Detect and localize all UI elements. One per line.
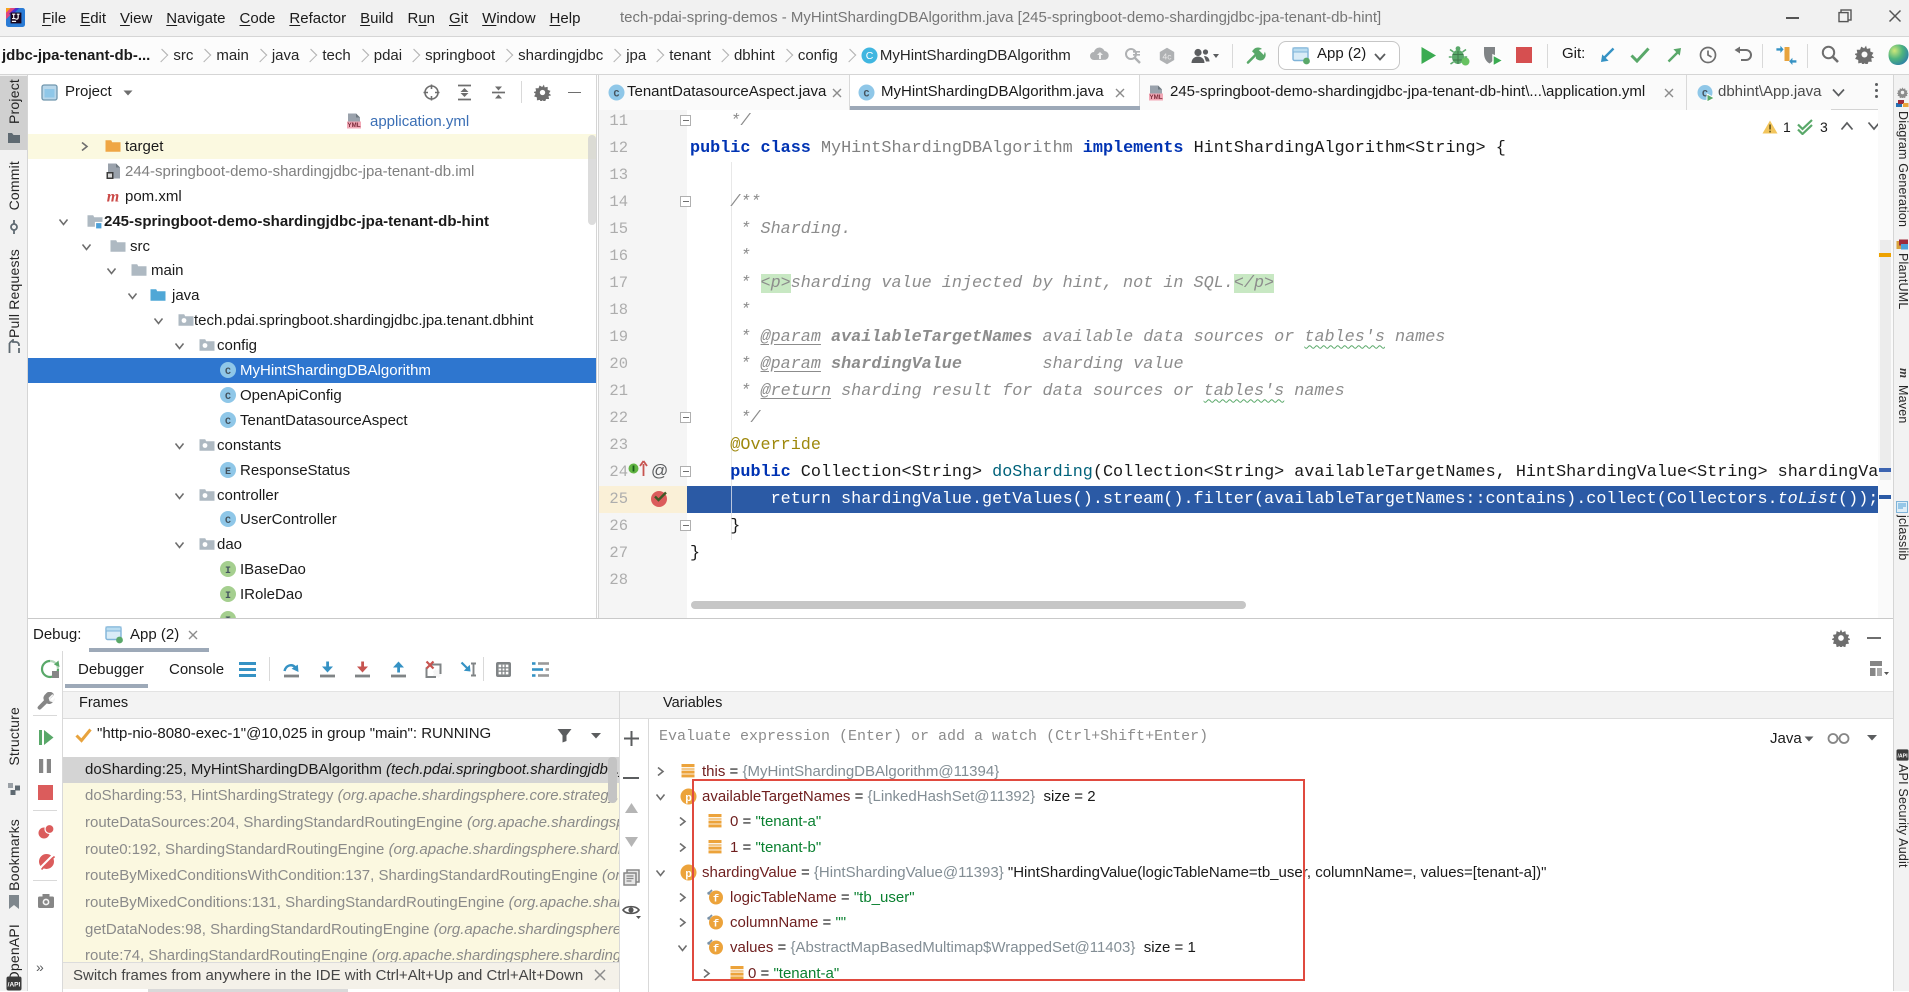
svg-text:YML: YML — [1149, 94, 1162, 101]
svg-text:C: C — [863, 90, 869, 101]
svg-text:C: C — [225, 392, 231, 403]
svg-text:I: I — [225, 591, 231, 602]
svg-text:/API: /API — [1897, 753, 1908, 759]
svg-text:C: C — [225, 516, 231, 527]
svg-text:/API: /API — [8, 982, 21, 989]
svg-text:E: E — [225, 467, 231, 478]
svg-text:C: C — [225, 367, 231, 378]
svg-text:C: C — [225, 417, 231, 428]
svg-text:m: m — [107, 188, 119, 205]
svg-text:I: I — [225, 566, 231, 577]
svg-text:YML: YML — [347, 122, 360, 129]
svg-text:C: C — [613, 90, 619, 101]
svg-text:4c: 4c — [1163, 52, 1173, 62]
svg-text:C: C — [866, 50, 874, 62]
